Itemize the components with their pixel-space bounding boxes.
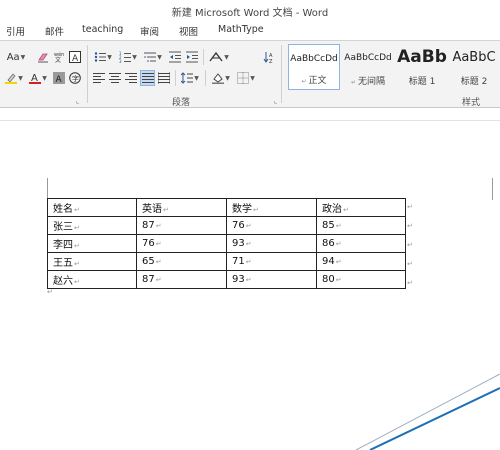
chinese-layout-icon[interactable]: ▼ xyxy=(207,49,231,65)
style-no-spacing[interactable]: AaBbCcDd ↵ 无间隔 xyxy=(342,44,394,90)
distributed-icon[interactable] xyxy=(157,70,171,86)
svg-text:3: 3 xyxy=(119,59,122,63)
align-right-icon[interactable] xyxy=(124,70,138,86)
bullets-icon[interactable]: ▼ xyxy=(92,49,114,65)
style-heading-1[interactable]: AaBb 标题 1 xyxy=(396,44,448,90)
char-shading-icon[interactable]: A xyxy=(52,70,66,86)
borders-icon[interactable]: ▼ xyxy=(235,70,257,86)
tab-teaching[interactable]: teaching xyxy=(82,24,123,35)
tab-review[interactable]: 审阅 xyxy=(140,24,159,38)
paragraph-dialog-launcher[interactable]: ⌞ xyxy=(274,97,277,105)
style-name: 标题 1 xyxy=(408,77,436,87)
pen-stroke-line xyxy=(355,373,500,450)
clear-format-icon[interactable] xyxy=(36,49,50,65)
group-separator xyxy=(281,45,282,103)
font-color-icon[interactable]: A ▼ xyxy=(28,70,48,86)
enclose-char-icon[interactable]: 字 xyxy=(68,70,82,86)
decrease-indent-icon[interactable] xyxy=(168,49,182,65)
style-sample: AaBbCcDd xyxy=(344,53,392,63)
style-sample: AaBbC xyxy=(452,50,496,65)
group-separator xyxy=(205,70,206,86)
increase-indent-icon[interactable] xyxy=(185,49,199,65)
pen-stroke-line xyxy=(369,387,500,450)
shading-icon[interactable]: ▼ xyxy=(210,70,232,86)
font-dialog-launcher[interactable]: ⌞ xyxy=(76,97,79,105)
multilevel-list-icon[interactable]: ▼ xyxy=(142,49,164,65)
style-sample: AaBbCcDd xyxy=(290,54,338,64)
svg-text:字: 字 xyxy=(72,74,79,83)
paragraph-group-label: 段落 xyxy=(172,98,191,108)
svg-text:Z: Z xyxy=(269,59,273,63)
ribbon-tab-bar: 引用 邮件 teaching 审阅 视图 MathType xyxy=(0,22,500,40)
tab-view[interactable]: 视图 xyxy=(179,24,198,38)
title-bar: 新建 Microsoft Word 文档 - Word xyxy=(0,0,500,22)
tab-mathtype[interactable]: MathType xyxy=(218,24,264,35)
style-name: ↵ 正文 xyxy=(301,76,327,86)
highlight-icon[interactable]: ▼ xyxy=(4,70,24,86)
pen-stroke xyxy=(355,373,500,450)
style-normal[interactable]: AaBbCcDd ↵ 正文 xyxy=(288,44,340,90)
styles-gallery: AaBbCcDd ↵ 正文 AaBbCcDd ↵ 无间隔 AaBb 标题 1 A… xyxy=(286,44,500,90)
ribbon: Aa▼ wén文 A ▼ A▼ A 字 ▼ 123▼ ▼ ▼ AZ xyxy=(0,40,500,108)
window-title: 新建 Microsoft Word 文档 - Word xyxy=(171,8,329,19)
group-separator xyxy=(175,70,176,86)
tab-mailings[interactable]: 邮件 xyxy=(45,24,64,38)
style-sample: AaBb xyxy=(397,47,447,67)
document-page[interactable]: 姓名↵ 英语↵ 数学↵ 政治↵ 张三↵ 87↵ 76↵ 85↵ 李四↵ 76↵ … xyxy=(0,108,500,450)
style-name: 标题 2 xyxy=(460,77,488,87)
phonetic-icon[interactable]: wén 文 xyxy=(52,49,66,65)
style-name: ↵ 无间隔 xyxy=(351,77,385,87)
styles-group-label: 样式 xyxy=(462,98,481,108)
change-case-label: Aa xyxy=(6,51,20,63)
justify-icon[interactable] xyxy=(140,70,155,86)
line-spacing-icon[interactable]: ▼ xyxy=(179,70,201,86)
svg-text:A: A xyxy=(72,54,79,63)
style-heading-2[interactable]: AaBbC 标题 2 xyxy=(450,44,498,90)
align-left-icon[interactable] xyxy=(92,70,106,86)
group-separator xyxy=(87,45,88,103)
svg-text:文: 文 xyxy=(55,56,61,63)
sort-icon[interactable]: AZ xyxy=(262,49,276,65)
change-case-icon[interactable]: Aa ▼ xyxy=(4,49,28,65)
center-icon[interactable] xyxy=(108,70,122,86)
group-separator xyxy=(203,49,204,65)
char-border-icon[interactable]: A xyxy=(68,49,82,65)
tab-references[interactable]: 引用 xyxy=(6,24,25,38)
numbering-icon[interactable]: 1 2 3 ▼ xyxy=(117,49,139,65)
svg-text:A: A xyxy=(56,75,63,84)
